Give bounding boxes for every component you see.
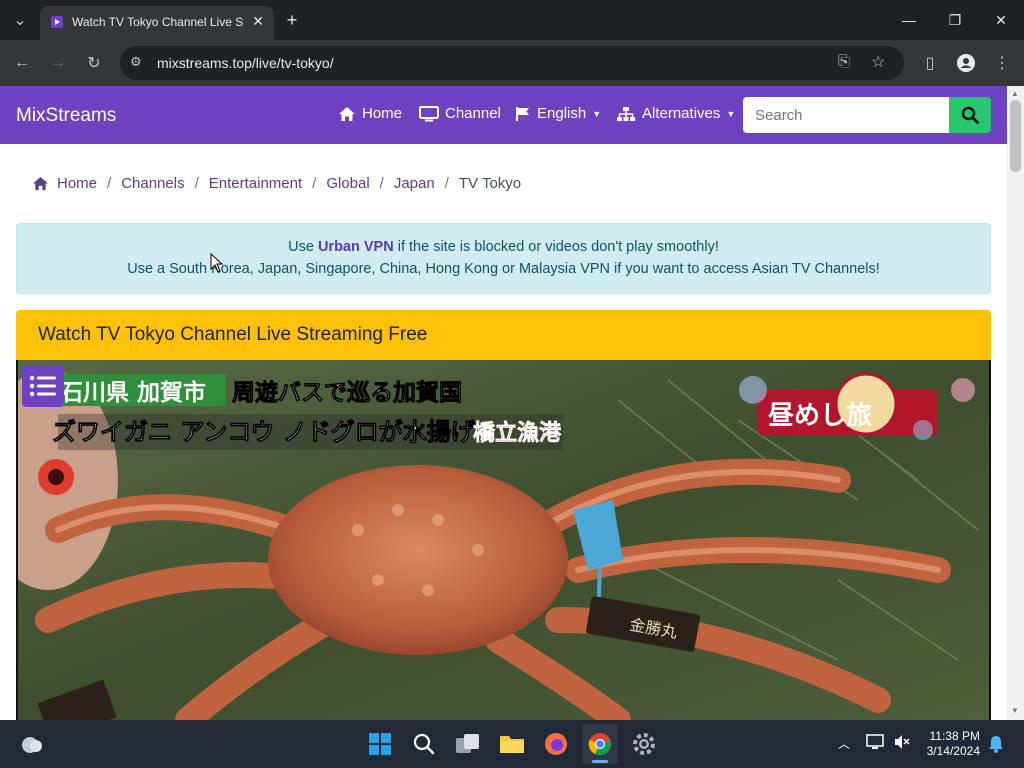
breadcrumb-separator: / — [379, 175, 384, 192]
program-logo: 昼めし旅 — [768, 401, 872, 431]
stream-card-header: Watch TV Tokyo Channel Live Streaming Fr… — [16, 310, 991, 360]
nav-channel[interactable]: Channel — [419, 105, 501, 122]
firefox-icon[interactable] — [540, 728, 572, 760]
nav-alternatives-label: Alternatives — [642, 105, 721, 122]
chrome-icon[interactable] — [584, 728, 616, 760]
alert-line-1: Use Urban VPN if the site is blocked or … — [288, 239, 719, 255]
breadcrumb-separator: / — [107, 175, 112, 192]
home-icon — [339, 106, 355, 121]
site-favicon-icon — [51, 16, 63, 28]
settings-gear-icon[interactable] — [628, 728, 660, 760]
reload-icon[interactable]: ↻ — [80, 49, 108, 77]
restore-icon[interactable]: ❐ — [932, 0, 978, 40]
nav-alternatives-dropdown[interactable]: Alternatives ▼ — [616, 105, 735, 122]
notification-bell-icon[interactable] — [988, 735, 1004, 758]
chevron-down-icon: ▼ — [726, 108, 736, 119]
tab-title: Watch TV Tokyo Channel Live Streaming Fr… — [72, 15, 244, 29]
task-view-icon[interactable] — [452, 728, 484, 760]
search-icon[interactable] — [408, 728, 440, 760]
scrollbar-thumb[interactable] — [1010, 100, 1021, 172]
caption-location: 石川県 加賀市 — [59, 379, 206, 406]
chevron-down-icon: ▼ — [592, 108, 602, 119]
nav-language-label: English — [537, 105, 587, 122]
scroll-down-icon[interactable]: ▼ — [1011, 706, 1019, 715]
nav-language-dropdown[interactable]: English ▼ — [515, 105, 601, 122]
search-input[interactable] — [743, 97, 949, 133]
active-app-indicator — [592, 760, 608, 763]
breadcrumb-global[interactable]: Global — [326, 175, 369, 192]
network-icon[interactable] — [866, 733, 886, 756]
back-icon[interactable]: ← — [8, 49, 36, 77]
caption-main: ズワイガニ アンコウ ノドグロが水揚げ！ — [52, 418, 499, 446]
site-brand[interactable]: MixStreams — [16, 105, 116, 127]
breadcrumb-home[interactable]: Home — [57, 175, 97, 192]
clock-time: 11:38 PM — [929, 729, 980, 743]
alert-line-2: Use a South Korea, Japan, Singapore, Chi… — [127, 261, 880, 277]
page-scrollbar[interactable] — [1007, 86, 1024, 720]
vpn-alert: Use Urban VPN if the site is blocked or … — [16, 223, 991, 294]
caption-port: 橋立漁港 — [473, 420, 562, 446]
weather-widget-icon[interactable] — [16, 728, 48, 760]
site-info-icon[interactable]: ⚙ — [130, 54, 142, 70]
urban-vpn-link[interactable]: Urban VPN — [318, 239, 394, 255]
bookmark-star-icon[interactable]: ☆ — [871, 52, 885, 72]
breadcrumb-separator: / — [444, 175, 449, 192]
breadcrumb-japan[interactable]: Japan — [394, 175, 435, 192]
flag-icon — [516, 106, 529, 121]
url-text: mixstreams.top/live/tv-tokyo/ — [157, 55, 334, 71]
breadcrumb-separator: / — [194, 175, 199, 192]
hamburger-menu-icon — [29, 375, 56, 397]
caption-top: 周遊バスで巡る加賀国 — [232, 379, 462, 406]
breadcrumb-separator: / — [312, 175, 317, 192]
nav-channel-label: Channel — [445, 105, 501, 122]
breadcrumb-entertainment[interactable]: Entertainment — [209, 175, 302, 192]
sitemap-icon — [617, 106, 635, 121]
install-app-icon[interactable]: ⎘ — [838, 53, 850, 70]
breadcrumb: Home / Channels / Entertainment / Global… — [32, 175, 521, 192]
side-panel-icon[interactable]: ▯ — [916, 49, 944, 77]
video-frame-image: 金勝丸 石川県 加賀市 周遊バスで巡る加賀国 ズワイガニ アンコウ ノドグロが水… — [18, 360, 989, 720]
nav-home-label: Home — [362, 105, 403, 122]
windows-start-icon[interactable] — [364, 728, 396, 760]
video-player[interactable]: 金勝丸 石川県 加賀市 周遊バスで巡る加賀国 ズワイガニ アンコウ ノドグロが水… — [18, 360, 989, 720]
tab-search-chevron-icon[interactable]: ⌄ — [6, 6, 34, 34]
home-icon — [33, 176, 48, 191]
tab-close-icon[interactable]: ✕ — [252, 13, 264, 30]
forward-icon[interactable]: → — [44, 49, 72, 77]
breadcrumb-current: TV Tokyo — [458, 175, 522, 192]
taskbar-clock[interactable]: 11:38 PM 3/14/2024 — [918, 729, 980, 759]
search-icon — [961, 106, 979, 124]
file-explorer-icon[interactable] — [496, 728, 528, 760]
scroll-up-icon[interactable]: ▲ — [1011, 89, 1019, 98]
new-tab-icon[interactable]: + — [278, 6, 306, 34]
volume-muted-icon[interactable] — [893, 733, 911, 756]
tv-icon — [419, 105, 439, 121]
window-close-icon[interactable]: ✕ — [978, 0, 1024, 40]
tray-chevron-up-icon[interactable]: ︿ — [838, 735, 850, 752]
address-bar[interactable]: ⚙ mixstreams.top/live/tv-tokyo/ ⎘ ☆ — [120, 46, 904, 80]
browser-menu-icon[interactable]: ⋮ — [988, 49, 1016, 77]
profile-icon[interactable] — [952, 49, 980, 77]
search-button[interactable] — [949, 97, 991, 133]
minimize-icon[interactable]: — — [886, 0, 932, 40]
mouse-cursor-icon — [210, 253, 223, 273]
browser-tab[interactable]: Watch TV Tokyo Channel Live Streaming Fr… — [40, 6, 274, 40]
breadcrumb-channels[interactable]: Channels — [121, 175, 184, 192]
player-menu-button[interactable] — [22, 365, 64, 407]
clock-date: 3/14/2024 — [926, 744, 980, 758]
stream-card-title: Watch TV Tokyo Channel Live Streaming Fr… — [38, 324, 428, 345]
nav-home[interactable]: Home — [338, 105, 402, 122]
